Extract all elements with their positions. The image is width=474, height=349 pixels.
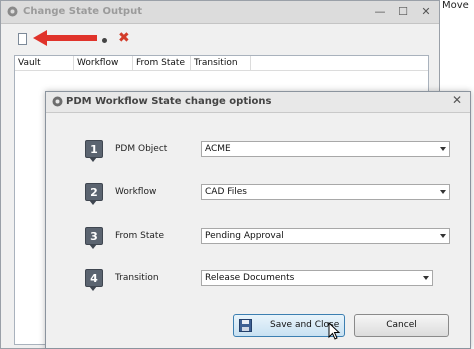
row-transition: 4 Transition Release Documents [46,269,470,291]
dialog-close-button[interactable]: ✕ [452,93,462,107]
app-gear-icon [7,6,18,17]
step-badge: 4 [85,269,103,291]
transition-label: Transition [115,273,159,283]
column-header-vault[interactable]: Vault [15,56,74,70]
row-pdm-object: 1 PDM Object ACME [46,140,470,162]
pdm-object-value: ACME [205,144,231,154]
save-icon [239,319,252,332]
chevron-down-icon[interactable] [423,276,429,280]
close-button[interactable]: ✕ [415,3,437,20]
state-change-options-dialog: PDM Workflow State change options ✕ 1 PD… [45,91,471,349]
step-badge: 1 [85,140,103,162]
transition-dropdown[interactable]: Release Documents [201,270,433,286]
delete-icon[interactable]: ✖ [118,30,130,46]
toolbar-dot-icon[interactable] [102,38,107,43]
list-header: Vault Workflow From State Transition [15,56,428,71]
pdm-object-label: PDM Object [115,144,168,154]
step-badge: 3 [85,227,103,249]
chevron-down-icon[interactable] [440,190,446,194]
output-window-title: Change State Output [23,6,142,17]
workflow-label: Workflow [115,187,157,197]
dialog-title: PDM Workflow State change options [66,96,272,107]
workflow-value: CAD Files [205,187,247,197]
cancel-button[interactable]: Cancel [354,314,449,337]
transition-value: Release Documents [205,273,295,283]
from-state-label: From State [115,231,164,241]
column-header-workflow[interactable]: Workflow [74,56,133,70]
step-badge: 2 [85,183,103,205]
chevron-down-icon[interactable] [440,234,446,238]
minimize-button[interactable]: — [369,3,391,20]
chevron-down-icon[interactable] [440,147,446,151]
column-header-from-state[interactable]: From State [133,56,191,70]
dialog-titlebar[interactable]: PDM Workflow State change options ✕ [46,92,470,113]
row-from-state: 3 From State Pending Approval [46,227,470,249]
output-window-controls: — ☐ ✕ [368,3,437,20]
app-gear-icon [52,96,63,107]
new-document-icon[interactable] [18,33,27,45]
workflow-dropdown[interactable]: CAD Files [201,184,450,200]
background-menu-text: Move [442,0,469,11]
from-state-dropdown[interactable]: Pending Approval [201,228,450,244]
mouse-cursor-icon [328,322,341,340]
pdm-object-dropdown[interactable]: ACME [201,141,450,157]
output-titlebar[interactable]: Change State Output — ☐ ✕ [1,1,439,24]
red-arrow-annotation-icon [33,30,97,46]
row-workflow: 2 Workflow CAD Files [46,183,470,205]
column-header-transition[interactable]: Transition [191,56,251,70]
maximize-button[interactable]: ☐ [392,3,414,20]
from-state-value: Pending Approval [205,231,284,241]
